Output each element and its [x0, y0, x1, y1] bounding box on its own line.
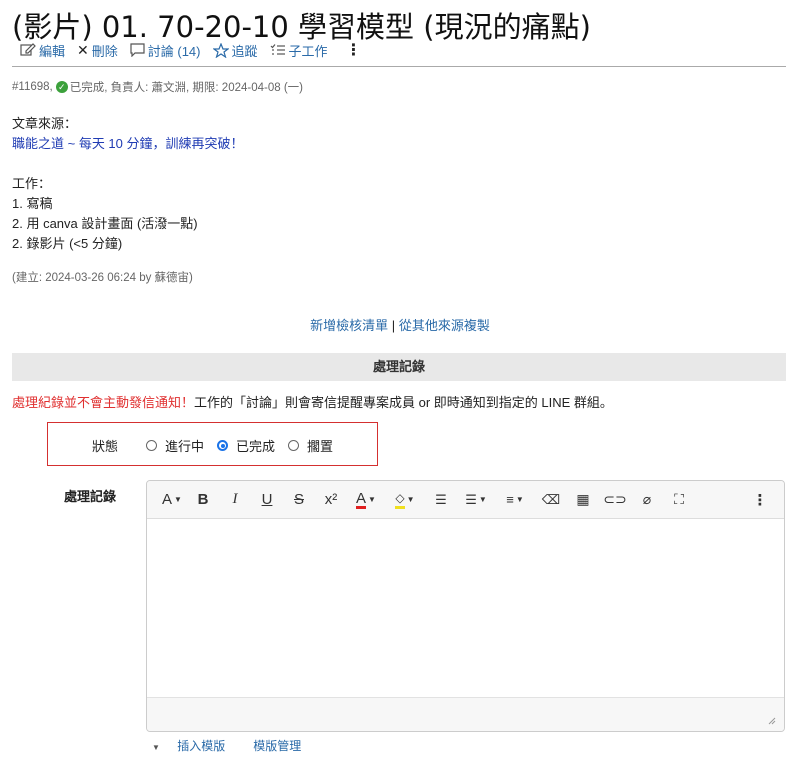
bold-button[interactable]: B	[187, 486, 219, 514]
work-label: 工作：	[12, 176, 52, 191]
subtask-icon	[270, 44, 285, 55]
task-description: 文章來源： 職能之道 ~ 每天 10 分鐘，訓練再突破！ 工作： 1. 寫稿 2…	[12, 114, 244, 254]
highlight-color-button[interactable]: ◇ ▼	[385, 486, 425, 514]
strikethrough-button[interactable]: S	[283, 486, 315, 514]
close-icon: ✕	[77, 41, 89, 58]
font-size-icon: A	[162, 491, 173, 508]
superscript-button[interactable]: x²	[315, 486, 347, 514]
editor-label: 處理記錄	[64, 489, 117, 504]
underline-button[interactable]: U	[251, 486, 283, 514]
discussion-button[interactable]: 討論 (14)	[130, 41, 201, 60]
bullet-list-icon: ☰	[465, 491, 477, 507]
section-header: 處理記錄	[12, 353, 786, 381]
numbered-list-button[interactable]: ☰	[425, 486, 457, 514]
fullscreen-icon: ⛶	[674, 491, 684, 507]
task-assignee: 負責人: 蕭文淵,	[110, 82, 190, 94]
radio-circle-selected[interactable]	[217, 440, 229, 451]
notice-detail: 工作的「討論」則會寄信提醒專案成員 or 即時通知到指定的 LINE 群組。	[194, 395, 613, 410]
radio-label: 擱置	[307, 439, 334, 454]
status-option-in-progress[interactable]: 進行中	[146, 436, 204, 455]
task-id: #11698,	[12, 81, 53, 93]
resize-grip-icon[interactable]	[768, 717, 776, 725]
template-links: ▼ 插入模版 模版管理	[152, 737, 315, 754]
check-circle-icon: ✓	[55, 81, 68, 93]
notice-warning: 處理紀錄並不會主動發信通知！	[12, 395, 195, 410]
insert-template-label: 插入模版	[177, 739, 226, 753]
bold-icon: B	[197, 491, 209, 508]
paperclip-icon: ⌀	[642, 491, 652, 507]
table-icon: ▦	[576, 491, 590, 507]
add-checklist-link[interactable]: 新增檢核清單	[310, 318, 388, 333]
status-radio-group: 進行中 已完成 擱置	[146, 436, 346, 455]
attachment-button[interactable]: ⌀	[631, 486, 663, 514]
radio-circle[interactable]	[146, 440, 157, 451]
status-option-done[interactable]: 已完成	[217, 436, 275, 455]
status-group: 狀態 進行中 已完成 擱置	[47, 422, 378, 466]
text-color-icon: A	[356, 489, 367, 509]
font-size-button[interactable]: A ▼	[157, 486, 187, 514]
work-item: 2. 錄影片 (<5 分鐘)	[12, 236, 123, 251]
insert-template-dropdown[interactable]: ▼ 插入模版	[152, 737, 239, 754]
checklist-links: 新增檢核清單 | 從其他來源複製	[0, 315, 800, 334]
work-item: 1. 寫稿	[12, 196, 53, 211]
more-menu-button[interactable]: ⋮	[346, 40, 362, 60]
link-separator: |	[391, 318, 396, 333]
more-vertical-icon: ⋮	[345, 42, 362, 59]
edit-icon	[20, 43, 36, 56]
strikethrough-icon: S	[293, 491, 304, 508]
status-option-on-hold[interactable]: 擱置	[288, 436, 333, 455]
status-label: 狀態	[92, 439, 119, 454]
action-bar: 編輯 ✕ 刪除 討論 (14) 追蹤 子工作 ⋮	[20, 40, 374, 60]
highlight-icon: ◇	[395, 491, 405, 509]
task-status: 已完成,	[69, 82, 108, 94]
table-button[interactable]: ▦	[567, 486, 599, 514]
eraser-icon: ⌫	[541, 491, 561, 507]
task-deadline: 期限: 2024-04-08 (一)	[192, 82, 303, 94]
clear-format-button[interactable]: ⌫	[535, 486, 567, 514]
rich-text-editor: A ▼ B I U S x² A ▼ ◇ ▼ ☰ ☰ ▼ ≡ ▼ ⌫ ▦ ⊂⊃ ⌀ ⛶ ⋮	[146, 480, 785, 732]
subtask-button[interactable]: 子工作	[270, 41, 328, 60]
caret-down-icon: ▼	[152, 743, 160, 752]
italic-icon: I	[232, 491, 238, 507]
star-icon	[212, 42, 229, 58]
link-button[interactable]: ⊂⊃	[599, 486, 631, 514]
italic-button[interactable]: I	[219, 486, 251, 514]
more-vertical-icon: ⋮	[752, 491, 768, 509]
delete-label: 刪除	[91, 43, 118, 59]
copy-from-source-link[interactable]: 從其他來源複製	[399, 318, 490, 333]
radio-label: 進行中	[165, 439, 205, 454]
radio-circle[interactable]	[288, 440, 300, 451]
template-manage-link[interactable]: 模版管理	[253, 737, 301, 754]
editor-statusbar	[147, 697, 784, 731]
text-color-button[interactable]: A ▼	[347, 486, 385, 514]
editor-toolbar: A ▼ B I U S x² A ▼ ◇ ▼ ☰ ☰ ▼ ≡ ▼ ⌫ ▦ ⊂⊃ ⌀ ⛶ ⋮	[147, 481, 784, 519]
comment-icon	[130, 43, 145, 57]
discussion-label: 討論 (14)	[147, 43, 201, 59]
notice-text: 處理紀錄並不會主動發信通知！工作的「討論」則會寄信提醒專案成員 or 即時通知到…	[12, 392, 613, 411]
fullscreen-button[interactable]: ⛶	[663, 486, 695, 514]
title-divider	[12, 66, 786, 67]
align-button[interactable]: ≡ ▼	[495, 486, 535, 514]
underline-icon: U	[261, 491, 273, 508]
subtask-label: 子工作	[288, 43, 328, 59]
edit-button[interactable]: 編輯	[20, 41, 65, 60]
task-meta: #11698, ✓ 已完成, 負責人: 蕭文淵, 期限: 2024-04-08 …	[12, 79, 303, 95]
created-info: (建立: 2024-03-26 06:24 by 蘇德宙)	[12, 272, 193, 284]
numbered-list-icon: ☰	[435, 491, 447, 507]
follow-label: 追蹤	[231, 43, 258, 59]
more-tools-button[interactable]: ⋮	[740, 486, 780, 514]
follow-button[interactable]: 追蹤	[212, 41, 258, 60]
editor-content-area[interactable]	[147, 519, 784, 697]
delete-button[interactable]: ✕ 刪除	[77, 41, 118, 60]
work-item: 2. 用 canva 設計畫面 (活潑一點)	[12, 216, 198, 231]
superscript-icon: x²	[324, 491, 338, 508]
source-label: 文章來源：	[12, 116, 78, 131]
source-link[interactable]: 職能之道 ~ 每天 10 分鐘，訓練再突破！	[12, 134, 244, 154]
edit-label: 編輯	[39, 43, 66, 59]
link-icon: ⊂⊃	[603, 491, 627, 507]
radio-label: 已完成	[236, 439, 276, 454]
bullet-list-button[interactable]: ☰ ▼	[457, 486, 495, 514]
align-icon: ≡	[506, 492, 514, 507]
